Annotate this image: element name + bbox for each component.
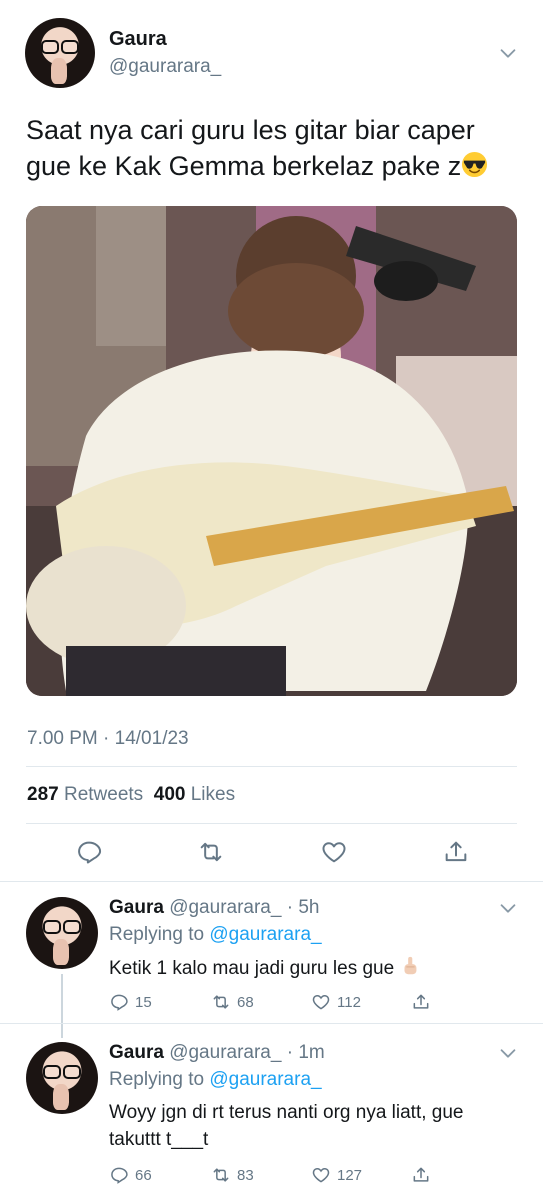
share-icon — [413, 1167, 429, 1182]
chevron-down-icon[interactable] — [497, 42, 519, 64]
retweet-icon[interactable] — [197, 838, 225, 866]
thread-line — [61, 974, 63, 1038]
reply-action[interactable]: 15 — [109, 992, 152, 1012]
glasses-right — [63, 1065, 81, 1079]
reply-action[interactable]: 66 — [109, 1165, 152, 1185]
author-handle[interactable]: @gaurarara_ — [109, 56, 221, 78]
reply-count: 15 — [135, 993, 152, 1011]
likes-count[interactable]: 400 — [154, 784, 186, 805]
author-name[interactable]: Gaura — [109, 28, 167, 51]
author-avatar[interactable] — [25, 18, 95, 88]
replying-to: Replying to @gaurarara_ — [109, 1069, 322, 1091]
share-action[interactable] — [411, 992, 431, 1012]
reply-author-name[interactable]: Gaura — [109, 897, 164, 918]
sunglasses-emoji-icon — [461, 151, 488, 178]
reply-icon — [111, 994, 128, 1011]
divider — [26, 766, 517, 767]
retweet-icon — [213, 995, 229, 1009]
like-action[interactable]: 127 — [311, 1165, 362, 1185]
like-count: 112 — [337, 993, 361, 1011]
reply-count: 66 — [135, 1166, 152, 1184]
retweets-label[interactable]: Retweets — [64, 784, 143, 805]
guitarist-photo-image — [26, 206, 517, 696]
glasses-right — [61, 40, 79, 54]
glasses-left — [43, 1065, 61, 1079]
tweet-text: Saat nya cari guru les gitar biar caper … — [26, 112, 521, 184]
likes-label[interactable]: Likes — [191, 784, 235, 805]
reply-meta[interactable]: @gaurarara_ · 1m — [169, 1042, 325, 1063]
replying-mention-link[interactable]: @gaurarara_ — [209, 924, 321, 945]
reply-text: Woyy jgn di rt terus nanti org nya liatt… — [109, 1102, 464, 1150]
tweet-stats: 287 Retweets 400 Likes — [27, 784, 235, 806]
retweets-count[interactable]: 287 — [27, 784, 59, 805]
glasses-left — [43, 920, 61, 934]
retweet-action[interactable]: 68 — [211, 992, 254, 1012]
divider — [0, 1023, 543, 1024]
divider — [0, 881, 543, 882]
share-icon — [413, 994, 429, 1009]
like-count: 127 — [337, 1166, 363, 1184]
reply-author-name[interactable]: Gaura — [109, 1042, 164, 1063]
heart-icon — [312, 994, 330, 1010]
chevron-down-icon[interactable] — [497, 897, 519, 919]
divider — [26, 823, 517, 824]
reply-header[interactable]: Gaura @gaurarara_ · 1m — [109, 1042, 325, 1064]
reply-meta[interactable]: @gaurarara_ · 5h — [169, 897, 319, 918]
hand — [53, 939, 69, 965]
retweet-icon — [213, 1168, 229, 1182]
pointing-up-emoji-icon — [399, 955, 421, 977]
retweet-count: 83 — [237, 1166, 254, 1184]
reply-body: Ketik 1 kalo mau jadi guru les gue — [109, 958, 395, 979]
hand — [51, 58, 67, 84]
share-icon[interactable] — [442, 838, 470, 866]
reply-header[interactable]: Gaura @gaurarara_ · 5h — [109, 897, 319, 919]
glasses-right — [63, 920, 81, 934]
reply-text: Ketik 1 kalo mau jadi guru les gue — [109, 955, 514, 982]
share-action[interactable] — [411, 1165, 431, 1185]
replying-prefix: Replying to — [109, 924, 210, 945]
retweet-action[interactable]: 83 — [211, 1165, 254, 1185]
heart-icon[interactable] — [320, 838, 348, 866]
hand — [53, 1084, 69, 1110]
heart-icon — [312, 1167, 330, 1183]
reply-avatar[interactable] — [26, 1042, 98, 1114]
reply-icon — [111, 1167, 128, 1184]
retweet-count: 68 — [237, 993, 254, 1011]
reply-avatar[interactable] — [26, 897, 98, 969]
replying-mention-link[interactable]: @gaurarara_ — [209, 1069, 321, 1090]
chevron-down-icon[interactable] — [497, 1042, 519, 1064]
replying-to: Replying to @gaurarara_ — [109, 924, 322, 946]
replying-prefix: Replying to — [109, 1069, 210, 1090]
like-action[interactable]: 112 — [311, 992, 361, 1012]
tweet-photo[interactable] — [26, 206, 517, 696]
tweet-timestamp[interactable]: 7.00 PM · 14/01/23 — [27, 728, 189, 750]
glasses-left — [41, 40, 59, 54]
reply-icon[interactable] — [75, 838, 103, 866]
tweet-body: Saat nya cari guru les gitar biar caper … — [26, 115, 475, 181]
